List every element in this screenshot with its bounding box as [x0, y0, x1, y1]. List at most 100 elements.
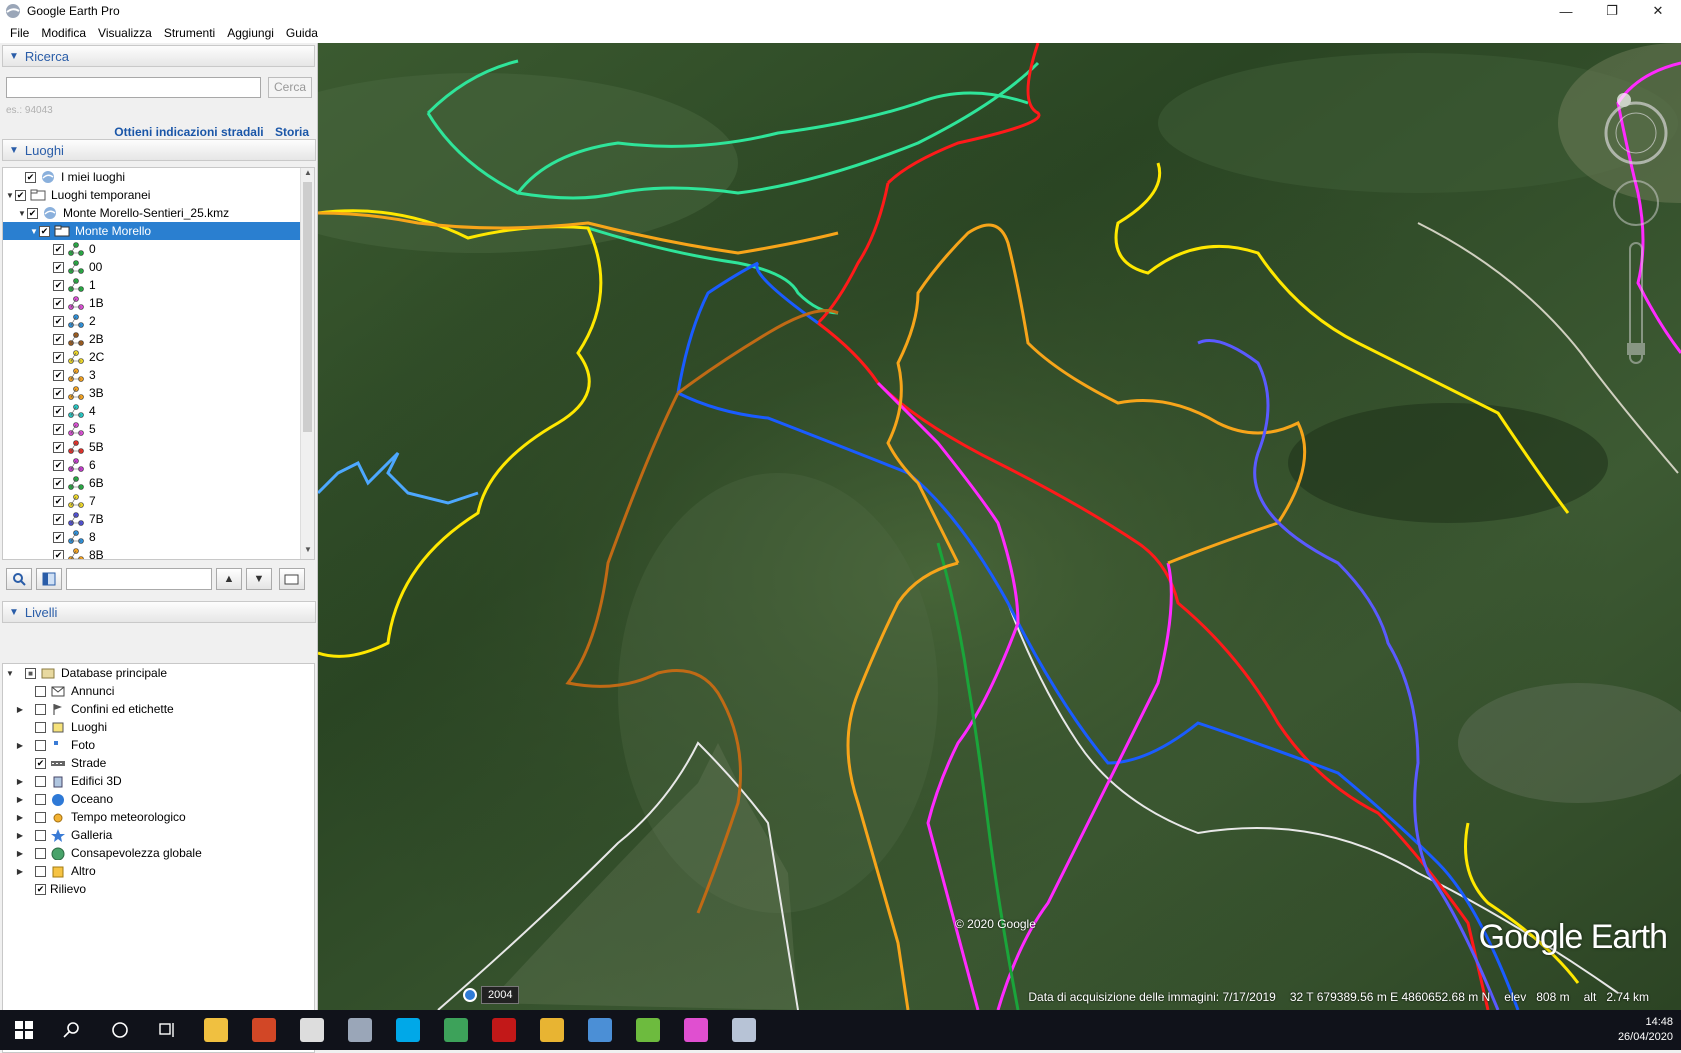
menu-aggiungi[interactable]: Aggiungi — [221, 26, 280, 40]
directions-link[interactable]: Ottieni indicazioni stradali — [114, 125, 263, 139]
maximize-button[interactable]: ❐ — [1589, 0, 1635, 22]
start-icon[interactable] — [0, 1010, 48, 1050]
tree-item-temp-places[interactable]: ▼ Luoghi temporanei — [3, 186, 314, 204]
layer-item[interactable]: ▶ Tempo meteorologico — [3, 808, 314, 826]
menu-strumenti[interactable]: Strumenti — [158, 26, 221, 40]
skype-icon[interactable] — [384, 1010, 432, 1050]
checkbox[interactable] — [35, 775, 46, 787]
layer-item[interactable]: Annunci — [3, 682, 314, 700]
qgis-icon[interactable] — [624, 1010, 672, 1050]
checkbox[interactable] — [35, 757, 46, 769]
tree-item-trail[interactable]: 5B — [3, 438, 314, 456]
close-button[interactable]: ✕ — [1635, 0, 1681, 22]
expand-arrow-icon[interactable]: ▶ — [15, 705, 25, 714]
file-explorer-icon[interactable] — [192, 1010, 240, 1050]
open-folder-button[interactable] — [279, 568, 305, 590]
tree-item-trail[interactable]: 8B — [3, 546, 314, 559]
checkbox[interactable] — [25, 171, 36, 183]
menu-guida[interactable]: Guida — [280, 26, 324, 40]
google-earth-icon[interactable] — [336, 1010, 384, 1050]
checkbox[interactable] — [53, 387, 64, 399]
places-panel-header[interactable]: ▼ Luoghi — [2, 139, 316, 161]
filezilla-icon[interactable] — [480, 1010, 528, 1050]
checkbox[interactable] — [53, 423, 64, 435]
checkbox[interactable] — [53, 477, 64, 489]
tree-item-trail[interactable]: 1 — [3, 276, 314, 294]
layer-item[interactable]: ▶ Galleria — [3, 826, 314, 844]
checkbox[interactable] — [35, 721, 46, 733]
tree-item-trail[interactable]: 4 — [3, 402, 314, 420]
layer-item[interactable]: ▶ Altro — [3, 862, 314, 880]
google-earth-pro-icon[interactable] — [720, 1010, 768, 1050]
chrome-icon[interactable] — [528, 1010, 576, 1050]
expand-arrow-icon[interactable]: ▶ — [15, 831, 25, 840]
search-input[interactable] — [6, 77, 261, 98]
menu-modifica[interactable]: Modifica — [35, 26, 92, 40]
checkbox[interactable] — [53, 513, 64, 525]
expand-arrow-icon[interactable]: ▼ — [5, 191, 15, 200]
minimize-button[interactable]: — — [1543, 0, 1589, 22]
checkbox[interactable] — [53, 405, 64, 417]
layer-item[interactable]: ▶ Edifici 3D — [3, 772, 314, 790]
tree-item-trail[interactable]: 6B — [3, 474, 314, 492]
tree-item-trail[interactable]: 3 — [3, 366, 314, 384]
tree-item-trail[interactable]: 1B — [3, 294, 314, 312]
menu-file[interactable]: File — [4, 26, 35, 40]
tree-item-trail[interactable]: 2B — [3, 330, 314, 348]
system-clock[interactable]: 14:48 26/04/2020 — [1618, 1015, 1673, 1045]
tree-item-my-places[interactable]: I miei luoghi — [3, 168, 314, 186]
scroll-down-icon[interactable]: ▼ — [301, 545, 314, 559]
checkbox[interactable] — [53, 441, 64, 453]
search-places-button[interactable] — [6, 568, 32, 590]
toggle-panel-button[interactable] — [36, 568, 62, 590]
tree-item-trail[interactable]: 5 — [3, 420, 314, 438]
expand-arrow-icon[interactable]: ▶ — [15, 813, 25, 822]
checkbox[interactable] — [53, 279, 64, 291]
checkbox[interactable] — [53, 531, 64, 543]
expand-arrow-icon[interactable]: ▶ — [15, 795, 25, 804]
cortana-icon[interactable] — [96, 1010, 144, 1050]
expand-arrow-icon[interactable]: ▶ — [15, 849, 25, 858]
tree-item-trail[interactable]: 8 — [3, 528, 314, 546]
layer-item[interactable]: ▶ Confini ed etichette — [3, 700, 314, 718]
expand-arrow-icon[interactable]: ▼ — [5, 669, 15, 678]
checkbox[interactable] — [53, 549, 64, 559]
checkbox[interactable] — [53, 333, 64, 345]
expand-arrow-icon[interactable]: ▼ — [17, 209, 27, 218]
tree-scrollbar[interactable]: ▲ ▼ — [300, 168, 314, 559]
checkbox[interactable] — [35, 829, 46, 841]
checkbox[interactable] — [53, 261, 64, 273]
checkbox[interactable] — [15, 189, 26, 201]
search-icon[interactable] — [48, 1010, 96, 1050]
checkbox[interactable] — [53, 369, 64, 381]
tree-item-trail[interactable]: 7B — [3, 510, 314, 528]
checkbox[interactable] — [35, 685, 46, 697]
checkbox[interactable] — [53, 243, 64, 255]
layer-item[interactable]: Luoghi — [3, 718, 314, 736]
checkbox[interactable] — [53, 495, 64, 507]
layer-item[interactable]: ▶ Foto — [3, 736, 314, 754]
checkbox[interactable] — [27, 207, 38, 219]
history-link[interactable]: Storia — [275, 125, 309, 139]
layers-panel-header[interactable]: ▼ Livelli — [2, 601, 316, 623]
expand-arrow-icon[interactable]: ▶ — [15, 741, 25, 750]
checkbox[interactable] — [53, 459, 64, 471]
expand-arrow-icon[interactable]: ▶ — [15, 777, 25, 786]
tree-item-monte-morello[interactable]: ▼ Monte Morello — [3, 222, 300, 240]
tree-item-trail[interactable]: 00 — [3, 258, 314, 276]
checkbox[interactable] — [53, 297, 64, 309]
checkbox[interactable] — [35, 865, 46, 877]
checkbox[interactable] — [25, 667, 36, 679]
search-panel-header[interactable]: ▼ Ricerca — [2, 45, 315, 67]
checkbox[interactable] — [35, 847, 46, 859]
tree-item-trail[interactable]: 2C — [3, 348, 314, 366]
tree-item-trail[interactable]: 7 — [3, 492, 314, 510]
checkbox[interactable] — [53, 315, 64, 327]
layer-item[interactable]: ▼ Database principale — [3, 664, 314, 682]
checkbox[interactable] — [35, 811, 46, 823]
tree-item-trail[interactable]: 6 — [3, 456, 314, 474]
checkbox[interactable] — [35, 793, 46, 805]
checkbox[interactable] — [39, 225, 50, 237]
excel-icon[interactable] — [432, 1010, 480, 1050]
paint-icon[interactable] — [672, 1010, 720, 1050]
